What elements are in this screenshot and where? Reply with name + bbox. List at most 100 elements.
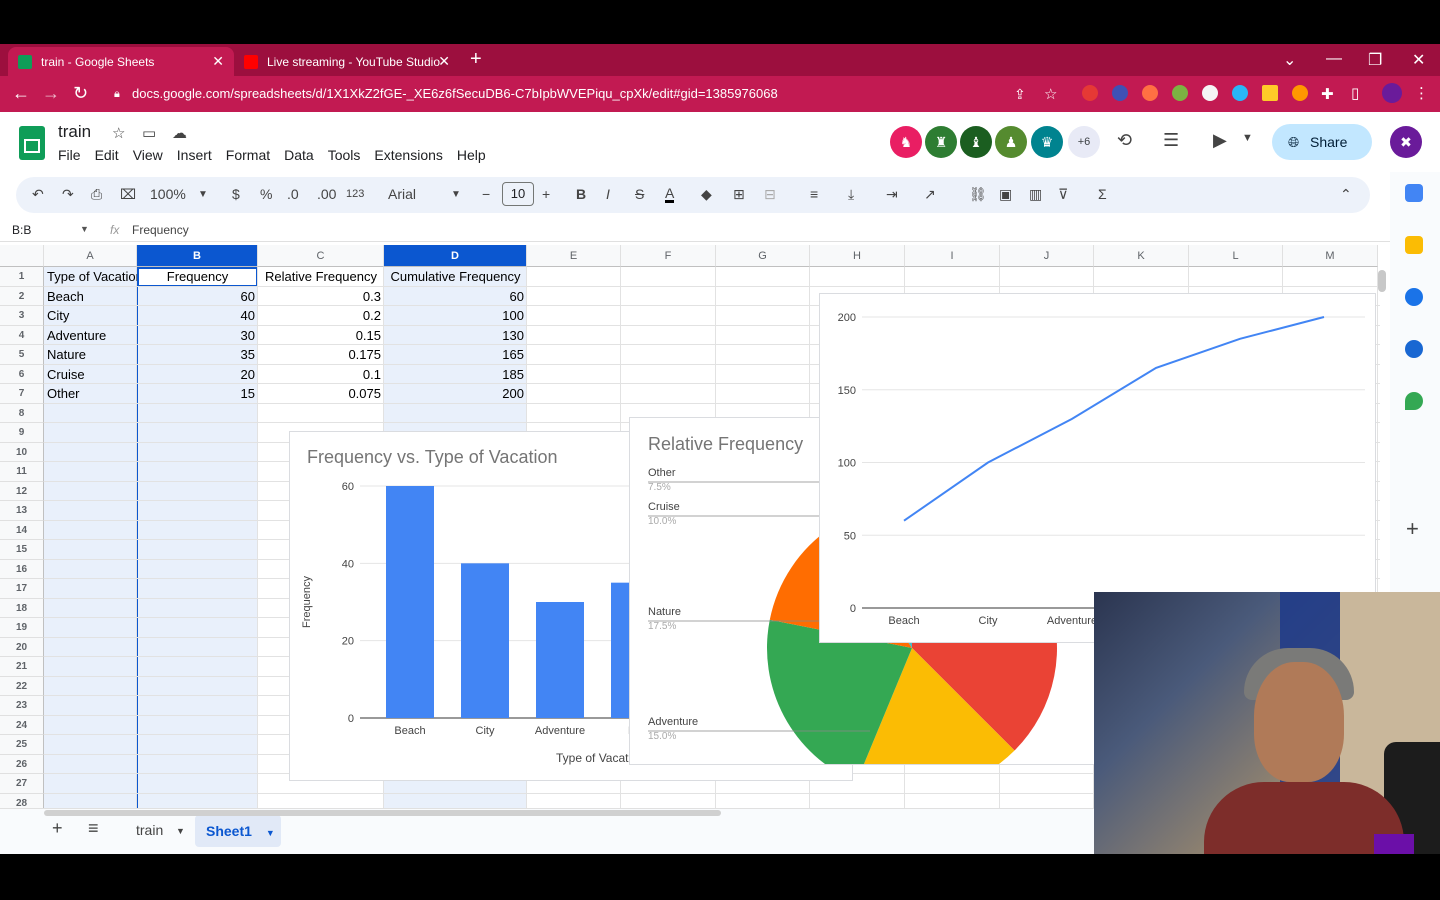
cell-d4[interactable]: 130 (384, 326, 527, 346)
row-header-21[interactable]: 21 (0, 657, 44, 677)
menu-help[interactable]: Help (457, 147, 486, 163)
profile-avatar[interactable] (1382, 83, 1402, 103)
column-header-k[interactable]: K (1094, 245, 1189, 267)
bookmark-star-icon[interactable]: ☆ (1044, 85, 1057, 103)
row-header-23[interactable]: 23 (0, 696, 44, 716)
sheets-logo-icon[interactable] (19, 126, 45, 160)
horizontal-scrollbar[interactable] (44, 810, 721, 816)
cell-b4[interactable]: 30 (137, 326, 258, 346)
row-header-15[interactable]: 15 (0, 540, 44, 560)
cell-b3[interactable]: 40 (137, 306, 258, 326)
cell-d7[interactable]: 200 (384, 384, 527, 404)
back-arrow-icon[interactable]: ← (12, 83, 30, 104)
row-header-16[interactable]: 16 (0, 559, 44, 579)
chevron-down-icon[interactable]: ▼ (1242, 132, 1253, 144)
browser-menu-icon[interactable]: ⋮ (1414, 84, 1429, 102)
row-header-3[interactable]: 3 (0, 306, 44, 326)
row-header-7[interactable]: 7 (0, 384, 44, 404)
extension-icon[interactable] (1262, 85, 1278, 101)
extension-icon[interactable] (1142, 85, 1158, 101)
collaborator-avatar[interactable]: ♛ (1031, 126, 1063, 158)
tab-google-sheets[interactable]: train - Google Sheets ✕ (8, 47, 234, 76)
increase-font-size-icon[interactable]: + (542, 186, 550, 202)
chevron-down-icon[interactable]: ⌄ (1283, 50, 1296, 70)
cell-c4[interactable]: 0.15 (258, 326, 384, 346)
menu-data[interactable]: Data (284, 147, 314, 163)
cell-b1[interactable]: Frequency (137, 267, 258, 287)
row-header-22[interactable]: 22 (0, 676, 44, 696)
menu-tools[interactable]: Tools (328, 147, 361, 163)
cell-d6[interactable]: 185 (384, 365, 527, 385)
row-header-28[interactable]: 28 (0, 793, 44, 808)
borders-icon[interactable]: ⊞ (733, 186, 745, 203)
row-header-24[interactable]: 24 (0, 715, 44, 735)
add-addon-icon[interactable]: + (1406, 516, 1419, 542)
cell-a4[interactable]: Adventure (44, 326, 137, 346)
collaborator-avatar[interactable]: ♜ (925, 126, 957, 158)
sheet-tab-train[interactable]: train (136, 822, 163, 838)
column-header-h[interactable]: H (810, 245, 905, 267)
extension-icon[interactable] (1292, 85, 1308, 101)
row-header-13[interactable]: 13 (0, 501, 44, 521)
column-header-d[interactable]: D (384, 245, 527, 267)
keep-icon[interactable] (1405, 236, 1423, 254)
row-header-6[interactable]: 6 (0, 364, 44, 384)
row-header-11[interactable]: 11 (0, 462, 44, 482)
vertical-align-icon[interactable]: ⤓ (848, 186, 854, 203)
tab-youtube-studio[interactable]: Live streaming - YouTube Studio ✕ (234, 47, 460, 76)
url-field[interactable]: 🔒︎ docs.google.com/spreadsheets/d/1X1XkZ… (110, 81, 1070, 107)
close-icon[interactable]: ✕ (438, 53, 450, 70)
collaborator-avatar[interactable]: ♞ (890, 126, 922, 158)
meet-camera-icon[interactable]: ▶ (1213, 130, 1227, 151)
menu-file[interactable]: File (58, 147, 81, 163)
cell-b2[interactable]: 60 (137, 287, 258, 307)
cell-a5[interactable]: Nature (44, 345, 137, 365)
row-header-9[interactable]: 9 (0, 423, 44, 443)
decrease-font-size-icon[interactable]: − (482, 186, 490, 202)
row-header-8[interactable]: 8 (0, 403, 44, 423)
cell-d3[interactable]: 100 (384, 306, 527, 326)
font-size-input[interactable]: 10 (502, 182, 534, 206)
tasks-icon[interactable] (1405, 288, 1423, 306)
extension-icon[interactable] (1082, 85, 1098, 101)
print-icon[interactable]: ⎙ (91, 186, 102, 203)
sheet-tab-sheet1[interactable]: Sheet1 ▼ (195, 815, 281, 847)
extension-icon[interactable] (1112, 85, 1128, 101)
cell-c5[interactable]: 0.175 (258, 345, 384, 365)
functions-icon[interactable]: Σ (1098, 186, 1107, 202)
maps-icon[interactable] (1405, 392, 1423, 410)
fill-color-icon[interactable]: ◆ (701, 186, 712, 203)
line-chart[interactable]: 0 50 100 150 200 Beach City Adventure (819, 293, 1376, 643)
merge-cells-icon[interactable]: ⊟ (764, 186, 776, 203)
currency-format-button[interactable]: $ (232, 186, 240, 202)
row-header-14[interactable]: 14 (0, 520, 44, 540)
text-color-button[interactable]: A (665, 186, 675, 203)
cell-c2[interactable]: 0.3 (258, 287, 384, 307)
paint-format-icon[interactable]: ⌧ (120, 186, 136, 203)
row-header-10[interactable]: 10 (0, 442, 44, 462)
row-header-17[interactable]: 17 (0, 579, 44, 599)
insert-link-icon[interactable]: ⛓ (969, 186, 987, 203)
cell-c3[interactable]: 0.2 (258, 306, 384, 326)
calendar-icon[interactable] (1405, 184, 1423, 202)
column-header-i[interactable]: I (905, 245, 1000, 267)
collaborator-avatar[interactable]: ♝ (960, 126, 992, 158)
move-folder-icon[interactable]: ▭ (142, 124, 156, 142)
new-tab-icon[interactable]: + (470, 48, 482, 71)
reload-icon[interactable]: ↻ (73, 83, 88, 104)
menu-insert[interactable]: Insert (177, 147, 212, 163)
cell-b6[interactable]: 20 (137, 365, 258, 385)
zoom-select[interactable]: 100% (150, 186, 186, 202)
bold-button[interactable]: B (576, 186, 586, 202)
minimize-icon[interactable]: — (1326, 50, 1342, 68)
chevron-down-icon[interactable]: ▼ (451, 189, 461, 200)
italic-button[interactable]: I (606, 186, 610, 202)
menu-extensions[interactable]: Extensions (374, 147, 442, 163)
horizontal-align-icon[interactable]: ≡ (810, 186, 818, 202)
puzzle-extensions-icon[interactable]: ✚ (1321, 85, 1334, 103)
menu-edit[interactable]: Edit (95, 147, 119, 163)
collaborator-avatar[interactable]: ♟ (995, 126, 1027, 158)
close-icon[interactable]: ✕ (212, 53, 224, 70)
all-sheets-button[interactable]: ≡ (88, 818, 99, 839)
increase-decimal-button[interactable]: .00 (317, 186, 336, 202)
